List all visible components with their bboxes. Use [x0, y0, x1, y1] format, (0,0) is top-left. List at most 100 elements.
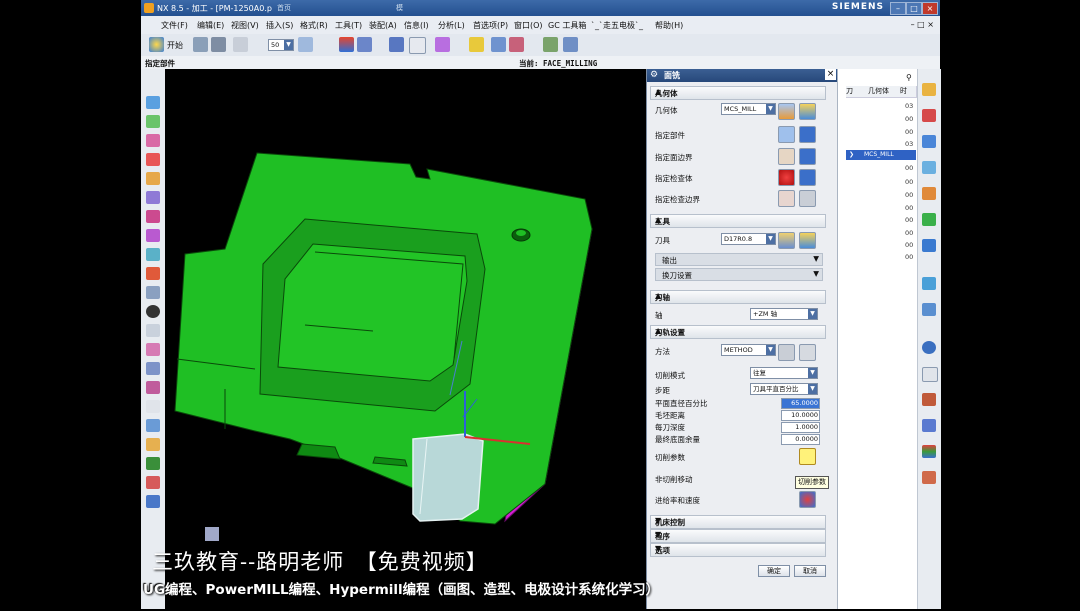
display-check-boundary-icon[interactable] — [799, 190, 816, 207]
show-hide-icon[interactable] — [389, 37, 404, 52]
graphics-window[interactable] — [165, 69, 646, 609]
section-path-settings[interactable]: 刀轨设置 ▲ — [650, 325, 826, 339]
list-icon[interactable] — [922, 303, 936, 316]
menu-info[interactable]: 信息(I) — [404, 20, 429, 31]
tool-change-group[interactable]: 换刀设置 ▼ — [655, 268, 823, 281]
specify-face-boundary-button[interactable] — [778, 148, 795, 165]
menu-restore-icons[interactable]: – □ × — [911, 20, 934, 29]
layer-settings-icon[interactable] — [146, 400, 160, 413]
paint-icon[interactable] — [435, 37, 450, 52]
section-geometry[interactable]: 几何体 ▲ — [650, 86, 826, 100]
feeds-speeds-button[interactable] — [799, 491, 816, 508]
flat-diameter-percent-input[interactable]: 65.0000 — [781, 398, 820, 409]
specify-check-boundary-button[interactable] — [778, 190, 795, 207]
post-process-icon[interactable] — [146, 438, 160, 451]
final-floor-stock-input[interactable]: 0.0000 — [781, 434, 820, 445]
menu-preferences[interactable]: 首选项(P) — [473, 20, 508, 31]
feature-icon[interactable] — [146, 248, 160, 261]
undo-icon[interactable] — [233, 37, 248, 52]
method-icon[interactable] — [146, 210, 160, 223]
tool-select[interactable]: D17R0.8 ▼ — [721, 233, 776, 245]
create-program-icon[interactable] — [922, 83, 936, 96]
home-tab[interactable]: 首页 — [277, 3, 291, 13]
menu-electrode[interactable]: `_`走五电极`_ — [591, 20, 643, 31]
model-tab[interactable]: 模 — [396, 3, 403, 13]
roles-icon[interactable] — [146, 324, 160, 337]
menu-gc-toolbox[interactable]: GC 工具箱 — [548, 20, 586, 31]
generate-toolpath-icon[interactable] — [922, 187, 936, 200]
open-icon[interactable] — [193, 37, 208, 52]
assembly-navigator-icon[interactable] — [146, 96, 160, 109]
start-icon[interactable] — [149, 37, 164, 52]
stepover-select[interactable]: 刀具平直百分比 ▼ — [750, 383, 818, 395]
maximize-button[interactable]: □ — [906, 2, 922, 15]
menu-file[interactable]: 文件(F) — [161, 20, 188, 31]
section-program[interactable]: 程序 ▼ — [650, 529, 826, 543]
tool-icon[interactable] — [146, 172, 160, 185]
menu-analysis[interactable]: 分析(L) — [438, 20, 465, 31]
geometry-select[interactable]: MCS_MILL ▼ — [721, 103, 776, 115]
measure-icon[interactable] — [563, 37, 578, 52]
dialog-close-button[interactable]: × — [825, 69, 836, 80]
verify-icon[interactable] — [146, 419, 160, 432]
section-options[interactable]: 选项 ▼ — [650, 543, 826, 557]
help-icon[interactable] — [146, 495, 160, 508]
history-icon[interactable] — [146, 286, 160, 299]
display-face-boundary-icon[interactable] — [799, 148, 816, 165]
section-tool-axis[interactable]: 刀轴 ▲ — [650, 290, 826, 304]
menu-edit[interactable]: 编辑(E) — [197, 20, 224, 31]
program-icon[interactable] — [146, 229, 160, 242]
edit-geometry-icon[interactable] — [799, 103, 816, 120]
display-check-icon[interactable] — [799, 169, 816, 186]
edit-tool-icon[interactable] — [799, 232, 816, 249]
cut-pattern-select[interactable]: 往复 ▼ — [750, 367, 818, 379]
ok-button[interactable]: 确定 — [758, 565, 790, 577]
section-machine-control[interactable]: 机床控制 ▼ — [650, 515, 826, 529]
layer-icon[interactable] — [357, 37, 372, 52]
method-select[interactable]: METHOD ▼ — [721, 344, 776, 356]
output-group[interactable]: 输出 ▼ — [655, 253, 823, 266]
palette-icon[interactable] — [146, 362, 160, 375]
transform-icon[interactable] — [922, 419, 936, 432]
edit-method-icon[interactable] — [799, 344, 816, 361]
create-operation-icon[interactable] — [922, 161, 936, 174]
display-part-icon[interactable] — [799, 126, 816, 143]
create-tool-icon[interactable] — [922, 109, 936, 122]
system-icon[interactable] — [146, 343, 160, 356]
menu-insert[interactable]: 插入(S) — [266, 20, 293, 31]
start-button[interactable]: 开始 — [167, 40, 183, 51]
blank-distance-input[interactable]: 10.0000 — [781, 410, 820, 421]
specify-part-button[interactable] — [778, 126, 795, 143]
nav-col-header-2[interactable]: 几何体 — [868, 86, 901, 98]
render-style-icon[interactable] — [339, 37, 354, 52]
menu-format[interactable]: 格式(R) — [300, 20, 328, 31]
axis-select[interactable]: +ZM 轴 ▼ — [750, 308, 818, 320]
menu-tools[interactable]: 工具(T) — [335, 20, 362, 31]
depth-per-cut-input[interactable]: 1.0000 — [781, 422, 820, 433]
operation-navigator-icon[interactable] — [146, 153, 160, 166]
close-button[interactable]: × — [922, 2, 938, 15]
geometry-icon[interactable] — [146, 191, 160, 204]
menu-window[interactable]: 窗口(O) — [514, 20, 543, 31]
gear-icon[interactable]: ⚙ — [650, 70, 658, 80]
doc-icon[interactable] — [922, 367, 938, 382]
create-geometry-icon[interactable] — [922, 135, 936, 148]
nav-selected-row[interactable]: ❯ MCS_MILL — [846, 150, 916, 160]
part-navigator-icon[interactable] — [146, 134, 160, 147]
new-geometry-icon[interactable] — [778, 103, 795, 120]
shop-doc-icon[interactable] — [146, 457, 160, 470]
view-cube-icon[interactable] — [298, 37, 313, 52]
snap-icon[interactable] — [491, 37, 506, 52]
cancel-button[interactable]: 取消 — [794, 565, 826, 577]
menu-help[interactable]: 帮助(H) — [655, 20, 683, 31]
menu-assembly[interactable]: 装配(A) — [369, 20, 397, 31]
cross-icon[interactable] — [146, 381, 160, 394]
minimize-button[interactable]: – — [890, 2, 906, 15]
info-icon[interactable] — [146, 305, 160, 318]
gear-icon[interactable] — [469, 37, 484, 52]
save-icon[interactable] — [211, 37, 226, 52]
specify-check-button[interactable] — [778, 169, 795, 186]
nav-col-header-1[interactable]: 刀 — [846, 86, 869, 98]
constraint-icon[interactable] — [146, 115, 160, 128]
new-tool-icon[interactable] — [778, 232, 795, 249]
